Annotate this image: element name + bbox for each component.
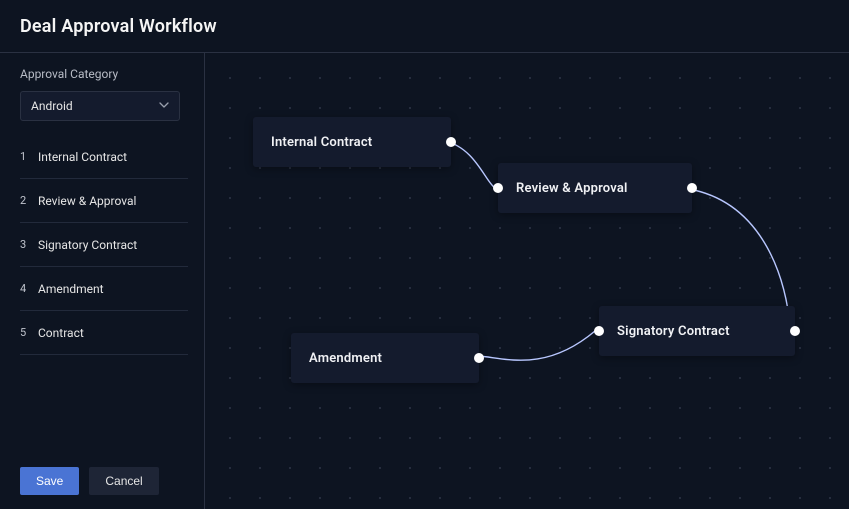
node-signatory-contract[interactable]: Signatory Contract (599, 306, 795, 356)
step-label: Review & Approval (38, 194, 136, 208)
step-label: Contract (38, 326, 84, 340)
node-internal-contract[interactable]: Internal Contract (253, 117, 451, 167)
header: Deal Approval Workflow (0, 0, 849, 53)
port-out[interactable] (687, 183, 697, 193)
save-button[interactable]: Save (20, 467, 79, 495)
step-number: 2 (20, 194, 38, 207)
main: Approval Category Android 1 Internal Con… (0, 53, 849, 509)
port-out[interactable] (474, 353, 484, 363)
workflow-canvas[interactable]: Internal Contract Review & Approval Sign… (205, 53, 849, 509)
steps-list: 1 Internal Contract 2 Review & Approval … (20, 135, 188, 355)
port-out[interactable] (446, 137, 456, 147)
category-label: Approval Category (20, 67, 184, 81)
step-item-internal-contract[interactable]: 1 Internal Contract (20, 135, 188, 179)
node-review-approval[interactable]: Review & Approval (498, 163, 692, 213)
node-label: Amendment (309, 351, 382, 366)
step-item-contract[interactable]: 5 Contract (20, 311, 188, 355)
step-number: 1 (20, 150, 38, 163)
step-number: 3 (20, 238, 38, 251)
step-number: 4 (20, 282, 38, 295)
step-item-signatory-contract[interactable]: 3 Signatory Contract (20, 223, 188, 267)
node-amendment[interactable]: Amendment (291, 333, 479, 383)
sidebar-footer: Save Cancel (20, 467, 159, 495)
sidebar: Approval Category Android 1 Internal Con… (0, 53, 205, 509)
step-item-review-approval[interactable]: 2 Review & Approval (20, 179, 188, 223)
chevron-down-icon (159, 99, 169, 113)
node-label: Signatory Contract (617, 324, 730, 339)
step-label: Signatory Contract (38, 238, 137, 252)
step-label: Internal Contract (38, 150, 127, 164)
category-select-value: Android (31, 99, 73, 113)
cancel-button[interactable]: Cancel (89, 467, 158, 495)
page-title: Deal Approval Workflow (20, 16, 217, 37)
category-select[interactable]: Android (20, 91, 180, 121)
port-out[interactable] (790, 326, 800, 336)
port-in[interactable] (594, 326, 604, 336)
node-label: Review & Approval (516, 181, 628, 196)
step-label: Amendment (38, 282, 104, 296)
port-in[interactable] (493, 183, 503, 193)
step-item-amendment[interactable]: 4 Amendment (20, 267, 188, 311)
step-number: 5 (20, 326, 38, 339)
node-label: Internal Contract (271, 135, 372, 150)
